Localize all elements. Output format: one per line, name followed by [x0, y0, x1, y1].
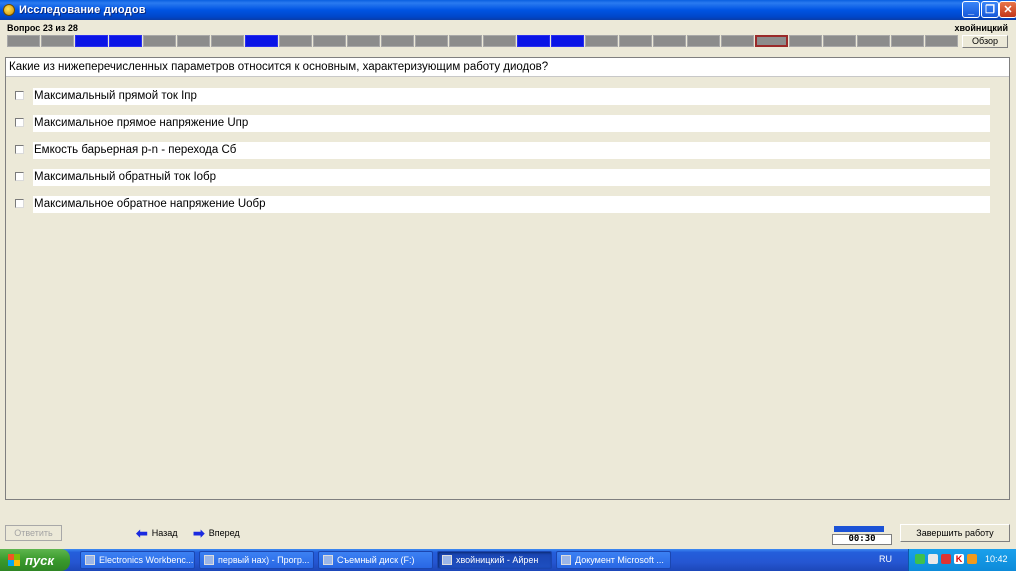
taskbar-item-active[interactable]: хвойницкий - Айрен — [437, 551, 552, 569]
timer-progress-bar — [834, 526, 884, 532]
app-tray-icon[interactable] — [967, 554, 977, 564]
progress-cell[interactable] — [143, 35, 176, 47]
taskbar-item-label: Документ Microsoft ... — [575, 555, 664, 565]
minimize-icon: _ — [967, 3, 975, 16]
option-label[interactable]: Максимальный прямой ток Iпр — [33, 88, 990, 105]
taskbar-item-label: Electronics Workbenc... — [99, 555, 194, 565]
progress-cell[interactable] — [75, 35, 108, 47]
progress-cell-current[interactable] — [755, 35, 788, 47]
minimize-button[interactable]: _ — [962, 1, 980, 18]
taskbar-item-label: первый нах) - Прогр... — [218, 555, 310, 565]
window-title: Исследование диодов — [19, 4, 146, 16]
review-button[interactable]: Обзор — [962, 35, 1008, 48]
answer-button[interactable]: Ответить — [5, 525, 62, 541]
question-panel: Какие из нижеперечисленных параметров от… — [5, 57, 1010, 500]
antivirus-icon[interactable] — [941, 554, 951, 564]
progress-cell[interactable] — [483, 35, 516, 47]
network-icon[interactable] — [915, 554, 925, 564]
answer-option[interactable]: Емкость барьерная p-n - перехода Сб — [15, 142, 1005, 160]
taskbar: пуск Electronics Workbenc... первый нах)… — [0, 549, 1016, 571]
progress-cell[interactable] — [211, 35, 244, 47]
arrow-left-icon: ⬅ — [136, 525, 148, 541]
progress-cell[interactable] — [381, 35, 414, 47]
kaspersky-icon[interactable]: K — [954, 554, 964, 564]
timer-value: 00:30 — [832, 534, 892, 545]
question-progress-strip — [7, 35, 959, 47]
taskbar-item-label: Съемный диск (F:) — [337, 555, 415, 565]
progress-cell[interactable] — [41, 35, 74, 47]
progress-cell[interactable] — [789, 35, 822, 47]
display-icon[interactable] — [928, 554, 938, 564]
progress-cell[interactable] — [245, 35, 278, 47]
app-window-icon — [85, 555, 95, 565]
question-counter: Вопрос 23 из 28 — [7, 23, 78, 33]
timer: 00:30 — [832, 524, 892, 545]
back-label: Назад — [151, 528, 178, 538]
progress-cell[interactable] — [449, 35, 482, 47]
username-label: хвойницкий — [954, 23, 1008, 33]
progress-cell[interactable] — [313, 35, 346, 47]
document-icon — [561, 555, 571, 565]
progress-cell[interactable] — [823, 35, 856, 47]
restore-icon: ❐ — [985, 4, 995, 16]
answer-option[interactable]: Максимальное прямое напряжение Uпр — [15, 115, 1005, 133]
taskbar-item[interactable]: Съемный диск (F:) — [318, 551, 433, 569]
progress-cell[interactable] — [585, 35, 618, 47]
option-label[interactable]: Максимальное обратное напряжение Uобр — [33, 196, 990, 213]
option-label[interactable]: Максимальное прямое напряжение Uпр — [33, 115, 990, 132]
back-button[interactable]: ⬅ Назад — [136, 525, 178, 541]
system-tray: K 10:42 — [908, 549, 1016, 571]
progress-cell[interactable] — [687, 35, 720, 47]
maximize-button[interactable]: ❐ — [981, 1, 999, 18]
close-button[interactable]: ✕ — [999, 1, 1016, 18]
arrow-right-icon: ➡ — [193, 525, 205, 541]
progress-cell[interactable] — [109, 35, 142, 47]
forward-button[interactable]: ➡ Вперед — [193, 525, 240, 541]
answer-option[interactable]: Максимальный прямой ток Iпр — [15, 88, 1005, 106]
drive-icon — [323, 555, 333, 565]
progress-cell[interactable] — [721, 35, 754, 47]
progress-cell[interactable] — [279, 35, 312, 47]
app-icon — [3, 4, 15, 16]
app-window-icon — [442, 555, 452, 565]
close-icon: ✕ — [1003, 4, 1013, 16]
progress-cell[interactable] — [177, 35, 210, 47]
question-text: Какие из нижеперечисленных параметров от… — [6, 58, 1009, 77]
answer-option[interactable]: Максимальное обратное напряжение Uобр — [15, 196, 1005, 214]
forward-label: Вперед — [208, 528, 240, 538]
progress-cell[interactable] — [891, 35, 924, 47]
taskbar-item[interactable]: Electronics Workbenc... — [80, 551, 195, 569]
progress-cell[interactable] — [619, 35, 652, 47]
progress-cell[interactable] — [925, 35, 958, 47]
start-label: пуск — [25, 552, 54, 568]
option-checkbox[interactable] — [15, 91, 24, 100]
taskbar-item-label: хвойницкий - Айрен — [456, 555, 539, 565]
finish-work-button[interactable]: Завершить работу — [900, 524, 1010, 542]
progress-cell[interactable] — [857, 35, 890, 47]
option-label[interactable]: Емкость барьерная p-n - перехода Сб — [33, 142, 990, 159]
app-window-icon — [204, 555, 214, 565]
taskbar-item[interactable]: первый нах) - Прогр... — [199, 551, 314, 569]
option-checkbox[interactable] — [15, 172, 24, 181]
answer-option[interactable]: Максимальный обратный ток Iобр — [15, 169, 1005, 187]
window-titlebar[interactable]: Исследование диодов _ ❐ ✕ — [0, 0, 1016, 20]
start-button[interactable]: пуск — [0, 549, 70, 571]
progress-cell[interactable] — [517, 35, 550, 47]
clock: 10:42 — [985, 554, 1008, 564]
windows-logo-icon — [8, 554, 20, 566]
option-checkbox[interactable] — [15, 118, 24, 127]
progress-cell[interactable] — [653, 35, 686, 47]
progress-cell[interactable] — [415, 35, 448, 47]
progress-cell[interactable] — [7, 35, 40, 47]
progress-cell[interactable] — [347, 35, 380, 47]
progress-cell[interactable] — [551, 35, 584, 47]
option-checkbox[interactable] — [15, 199, 24, 208]
option-checkbox[interactable] — [15, 145, 24, 154]
taskbar-item[interactable]: Документ Microsoft ... — [556, 551, 671, 569]
language-indicator[interactable]: RU — [879, 554, 892, 564]
option-label[interactable]: Максимальный обратный ток Iобр — [33, 169, 990, 186]
